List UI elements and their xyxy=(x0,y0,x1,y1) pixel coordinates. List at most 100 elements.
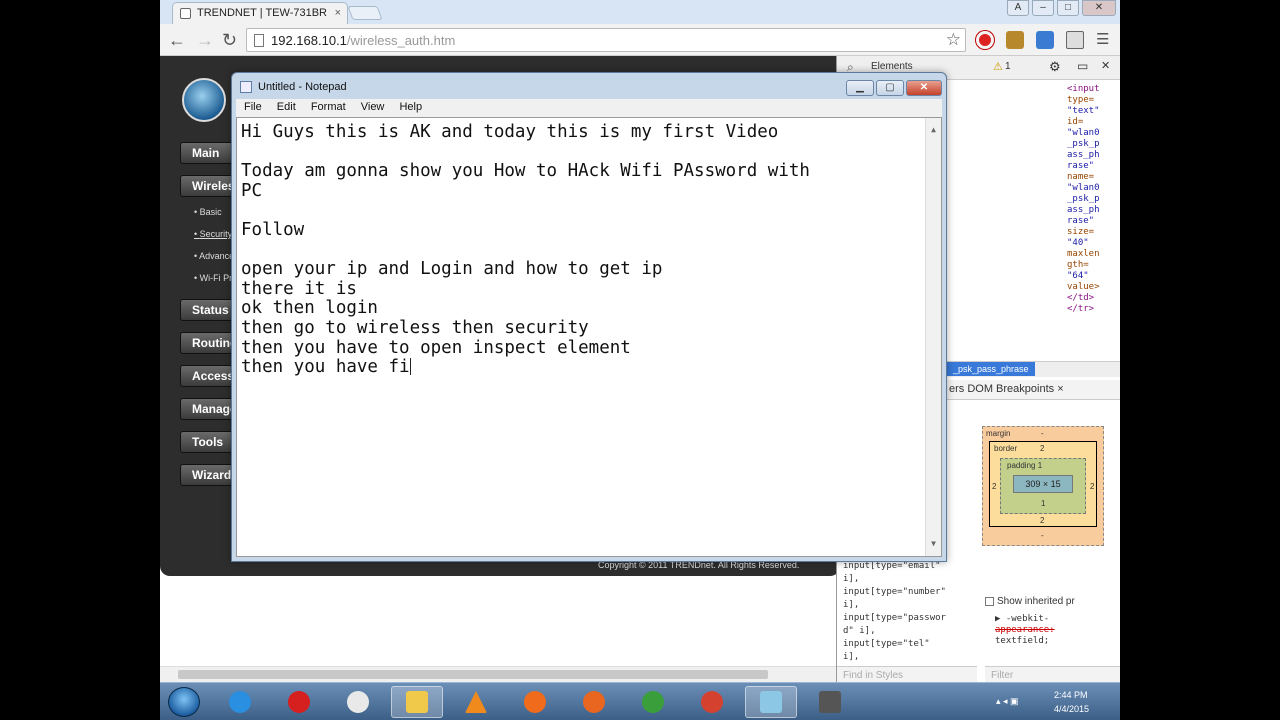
browser-tab[interactable]: TRENDNET | TEW-731BR × xyxy=(172,2,348,24)
reload-button[interactable]: ↻ xyxy=(222,30,237,50)
menu-edit[interactable]: Edit xyxy=(277,101,296,113)
scroll-down-arrow-icon[interactable]: ▼ xyxy=(926,534,941,554)
dom-tree-line[interactable]: "64" xyxy=(1067,271,1120,282)
devtools-subtabs[interactable]: ers DOM Breakpoints × xyxy=(947,380,1120,400)
computed-style-list: ▶ -webkit- appearance: textfield; xyxy=(995,614,1115,647)
profile-icon[interactable] xyxy=(1036,31,1054,49)
minimize-button[interactable]: – xyxy=(1032,0,1054,16)
dom-tree-line[interactable]: _psk_p xyxy=(1067,139,1120,150)
dom-tree-line[interactable]: "text" xyxy=(1067,106,1120,117)
dom-tree-line[interactable]: "40" xyxy=(1067,238,1120,249)
notepad-text-line: open your ip and Login and how to get ip xyxy=(241,259,663,280)
taskbar-app-firefox[interactable] xyxy=(568,686,620,718)
dom-tree-line[interactable]: <input xyxy=(1067,84,1120,95)
menu-format[interactable]: Format xyxy=(311,101,346,113)
dom-tree-line[interactable]: "wlan0 xyxy=(1067,183,1120,194)
dom-tree-line[interactable]: rase" xyxy=(1067,161,1120,172)
taskbar-app-notepad[interactable] xyxy=(745,686,797,718)
notepad-text-area[interactable]: Hi Guys this is AK and today this is my … xyxy=(236,117,942,557)
dom-tree-line[interactable]: rase" xyxy=(1067,216,1120,227)
dom-tree-line[interactable]: _psk_p xyxy=(1067,194,1120,205)
notepad-maximize-button[interactable]: ▢ xyxy=(876,80,904,96)
dom-tree-line[interactable]: name= xyxy=(1067,172,1120,183)
dom-tree-line[interactable]: gth= xyxy=(1067,260,1120,271)
tab-elements[interactable]: Elements xyxy=(871,61,913,72)
menu-view[interactable]: View xyxy=(361,101,385,113)
clock-date[interactable]: 4/4/2015 xyxy=(1054,704,1089,714)
taskbar-app-chrome[interactable] xyxy=(627,686,679,718)
page-horizontal-scrollbar[interactable] xyxy=(160,666,836,682)
dom-tree-line[interactable]: value> xyxy=(1067,282,1120,293)
notepad-window[interactable]: Untitled - Notepad ▁ ▢ ✕ File Edit Forma… xyxy=(231,72,947,562)
bookmark-star-icon[interactable]: ☆ xyxy=(946,30,961,50)
notepad-vertical-scrollbar[interactable]: ▲ ▼ xyxy=(925,118,941,556)
menu-help[interactable]: Help xyxy=(399,101,422,113)
show-inherited-checkbox[interactable] xyxy=(985,596,994,606)
notepad-text-line: then go to wireless then security xyxy=(241,317,589,338)
taskbar-app-chrome-2[interactable] xyxy=(686,686,738,718)
notepad-close-button[interactable]: ✕ xyxy=(906,80,942,96)
explorer-icon xyxy=(406,691,428,713)
account-button[interactable]: A xyxy=(1007,0,1029,16)
tab-close-icon[interactable]: × xyxy=(335,7,341,19)
maximize-button[interactable]: □ xyxy=(1057,0,1079,16)
dom-breadcrumb[interactable]: _psk_pass_phrase xyxy=(947,361,1120,377)
menu-file[interactable]: File xyxy=(244,101,262,113)
window-controls: A – □ ✕ xyxy=(1007,0,1116,16)
dock-icon[interactable]: ▭ xyxy=(1077,59,1088,73)
dom-tree-line[interactable]: </tr> xyxy=(1067,304,1120,315)
url-host: 192.168.10.1 xyxy=(271,33,347,48)
notepad-text-line xyxy=(241,201,941,221)
submenu-basic[interactable]: Basic xyxy=(194,207,234,217)
dom-tree-line[interactable]: </td> xyxy=(1067,293,1120,304)
dom-tree-line[interactable]: maxlen xyxy=(1067,249,1120,260)
dom-tree-line[interactable]: type= xyxy=(1067,95,1120,106)
dom-tree-line[interactable]: "wlan0 xyxy=(1067,128,1120,139)
browser-tab-title: TRENDNET | TEW-731BR xyxy=(197,7,327,19)
taskbar-app-paint[interactable] xyxy=(332,686,384,718)
dom-tree-line[interactable]: ass_ph xyxy=(1067,205,1120,216)
chrome-menu-icon[interactable]: ☰ xyxy=(1096,30,1109,50)
submenu-advanced[interactable]: Advanced xyxy=(194,251,234,261)
notepad-titlebar[interactable]: Untitled - Notepad ▁ ▢ ✕ xyxy=(232,73,946,99)
clock-time[interactable]: 2:44 PM xyxy=(1054,690,1088,700)
show-inherited-toggle[interactable]: Show inherited pr xyxy=(985,596,1120,607)
notepad-menubar: File Edit Format View Help xyxy=(236,99,942,117)
elements-dom-tree[interactable]: <input type= "text" id= "wlan0 _psk_p ass_ph ra… xyxy=(947,80,1120,364)
translate-icon[interactable] xyxy=(1066,31,1084,49)
taskbar-app-games[interactable] xyxy=(804,686,856,718)
taskbar-app-ie[interactable] xyxy=(214,686,266,718)
computed-style-line: appearance: xyxy=(995,625,1055,635)
notepad-minimize-button[interactable]: ▁ xyxy=(846,80,874,96)
box-border-value: 2 xyxy=(1040,444,1045,453)
submenu-security[interactable]: Security xyxy=(194,229,234,239)
close-button[interactable]: ✕ xyxy=(1082,0,1116,16)
taskbar-app-media-player[interactable] xyxy=(509,686,561,718)
tray-icons[interactable]: ▴ ◂ ▣ xyxy=(996,696,1019,707)
dom-tree-line[interactable]: id= xyxy=(1067,117,1120,128)
notepad-text-line: Hi Guys this is AK and today this is my … xyxy=(241,122,779,142)
forward-button[interactable]: → xyxy=(196,30,214,50)
scrollbar-thumb[interactable] xyxy=(178,670,768,679)
scroll-up-arrow-icon[interactable]: ▲ xyxy=(926,120,941,140)
opera-icon[interactable] xyxy=(976,31,994,49)
screen: TRENDNET | TEW-731BR × A – □ ✕ ← → ↻ 192… xyxy=(160,0,1120,720)
taskbar-app-explorer[interactable] xyxy=(391,686,443,718)
notepad-text-line: there it is xyxy=(241,278,357,299)
paint-icon xyxy=(347,691,369,713)
dom-tree-line[interactable]: size= xyxy=(1067,227,1120,238)
devtools-close-icon[interactable]: ✕ xyxy=(1101,59,1110,72)
start-button[interactable] xyxy=(168,687,200,717)
settings-gear-icon[interactable]: ⚙ xyxy=(1049,59,1061,75)
extension-icon[interactable] xyxy=(1006,31,1024,49)
taskbar-app-opera[interactable] xyxy=(273,686,325,718)
submenu-wifi-protected[interactable]: Wi-Fi Protected xyxy=(194,273,234,283)
games-icon xyxy=(819,691,841,713)
warning-icon[interactable]: ⚠ xyxy=(993,60,1003,73)
breadcrumb-selected[interactable]: _psk_pass_phrase xyxy=(947,362,1035,376)
taskbar-app-vlc[interactable] xyxy=(450,686,502,718)
new-tab-button[interactable] xyxy=(347,6,383,20)
dom-tree-line[interactable]: ass_ph xyxy=(1067,150,1120,161)
address-bar[interactable]: 192.168.10.1/wireless_auth.htm ☆ xyxy=(246,28,966,52)
back-button[interactable]: ← xyxy=(168,30,186,50)
